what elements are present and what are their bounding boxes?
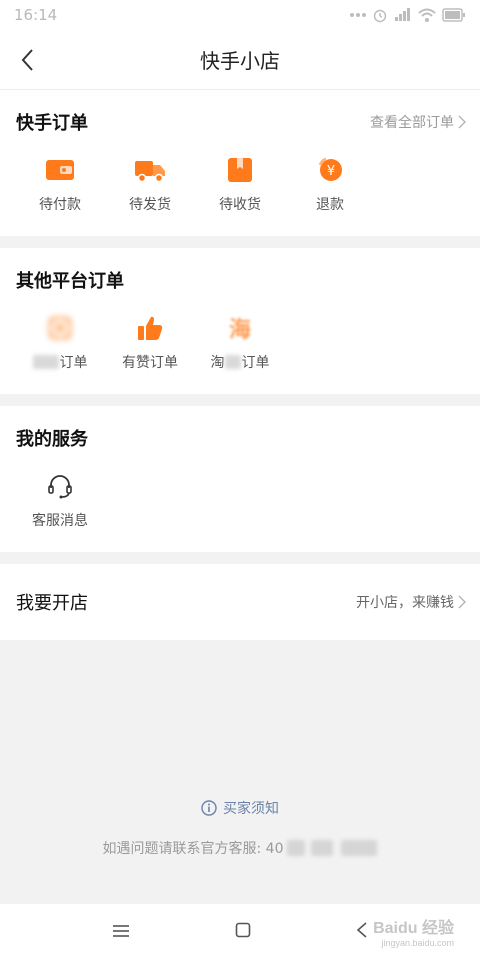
pending-shipment-label: 待发货: [129, 197, 171, 213]
kuaishou-orders-header: 快手订单 查看全部订单: [0, 90, 480, 154]
status-bar: 16:14: [0, 0, 480, 30]
menu-button[interactable]: [112, 923, 130, 942]
open-shop-link[interactable]: 开小店，来赚钱: [356, 592, 466, 612]
wifi-icon: [418, 8, 436, 22]
refund-item[interactable]: ¥ 退款: [285, 154, 375, 214]
chevron-left-icon: [21, 49, 33, 71]
wallet-icon: [44, 154, 76, 186]
status-icons: [350, 7, 466, 23]
truck-icon: [134, 154, 166, 186]
headset-icon: [44, 470, 76, 502]
chevron-right-icon: [458, 595, 466, 609]
my-services-card: 我的服务 客服消息: [0, 406, 480, 552]
other-orders-row: 订单 有赞订单 海 淘订单: [0, 312, 480, 394]
kuaishou-orders-card: 快手订单 查看全部订单 待付款 待发货 待收货 ¥ 退款: [0, 90, 480, 236]
other-orders-title: 其他平台订单: [16, 271, 124, 292]
taobao-glyph: 海: [228, 318, 251, 343]
baidu-watermark: Baidu 经验 jingyan.baidu.com: [373, 920, 454, 950]
info-icon: [201, 800, 217, 816]
pending-receipt-label: 待收货: [219, 197, 261, 213]
thumbs-up-icon: [134, 312, 166, 344]
services-row: 客服消息: [0, 470, 480, 552]
customer-service-label: 客服消息: [32, 513, 88, 529]
more-dots-icon: [350, 12, 366, 18]
buyer-notice: 买家须知 如遇问题请联系官方客服: 40: [0, 798, 480, 858]
watermark-url: jingyan.baidu.com: [381, 938, 454, 948]
buyer-notice-link[interactable]: 买家须知: [201, 798, 279, 818]
system-back-button[interactable]: [356, 922, 368, 942]
battery-icon: [442, 8, 466, 22]
taobao-orders-label: 淘订单: [210, 355, 270, 371]
youzan-orders-item[interactable]: 有赞订单: [105, 312, 195, 372]
taobao-icon: 海: [224, 312, 256, 344]
other-orders-header: 其他平台订单: [0, 248, 480, 312]
view-all-orders-link[interactable]: 查看全部订单: [370, 112, 466, 132]
page-title: 快手小店: [200, 49, 280, 73]
buyer-notice-title: 买家须知: [223, 801, 279, 817]
menu-icon: [113, 924, 130, 937]
nav-bar: 快手小店: [0, 30, 480, 90]
redacted-phone-1: [287, 840, 306, 856]
services-header: 我的服务: [0, 406, 480, 470]
chevron-right-icon: [458, 115, 466, 129]
view-all-orders-label: 查看全部订单: [370, 115, 454, 131]
back-button[interactable]: [12, 44, 42, 76]
back-triangle-icon: [356, 922, 367, 938]
open-shop-title: 我要开店: [16, 593, 88, 614]
svg-text:¥: ¥: [327, 164, 335, 179]
redacted-phone-3: [341, 840, 378, 856]
platform-a-orders-item[interactable]: 订单: [15, 312, 105, 372]
platform-a-icon: [44, 312, 76, 344]
support-contact-text: 如遇问题请联系官方客服: 40: [102, 841, 284, 857]
pending-receipt-item[interactable]: 待收货: [195, 154, 285, 214]
pending-payment-label: 待付款: [39, 197, 81, 213]
status-time: 16:14: [14, 6, 58, 24]
services-title: 我的服务: [16, 429, 88, 450]
package-icon: [224, 154, 256, 186]
kuaishou-orders-row: 待付款 待发货 待收货 ¥ 退款: [0, 154, 480, 236]
home-button[interactable]: [235, 922, 251, 942]
pending-payment-item[interactable]: 待付款: [15, 154, 105, 214]
kuaishou-orders-title: 快手订单: [16, 113, 88, 134]
open-shop-row[interactable]: 我要开店 开小店，来赚钱: [0, 564, 480, 640]
refund-icon: ¥: [314, 154, 346, 186]
watermark-brand: Baidu 经验: [373, 920, 454, 937]
open-shop-link-label: 开小店，来赚钱: [356, 595, 454, 611]
home-square-icon: [235, 922, 251, 938]
alarm-icon: [372, 7, 388, 23]
platform-a-orders-label: 订单: [32, 352, 88, 372]
other-platform-orders-card: 其他平台订单 订单 有赞订单 海 淘订单: [0, 248, 480, 394]
customer-service-item[interactable]: 客服消息: [15, 470, 105, 530]
youzan-orders-label: 有赞订单: [122, 355, 178, 371]
taobao-orders-item[interactable]: 海 淘订单: [195, 312, 285, 372]
redacted-phone-2: [311, 840, 334, 856]
support-contact: 如遇问题请联系官方客服: 40: [0, 838, 480, 858]
refund-label: 退款: [316, 197, 344, 213]
signal-icon: [394, 8, 412, 22]
pending-shipment-item[interactable]: 待发货: [105, 154, 195, 214]
